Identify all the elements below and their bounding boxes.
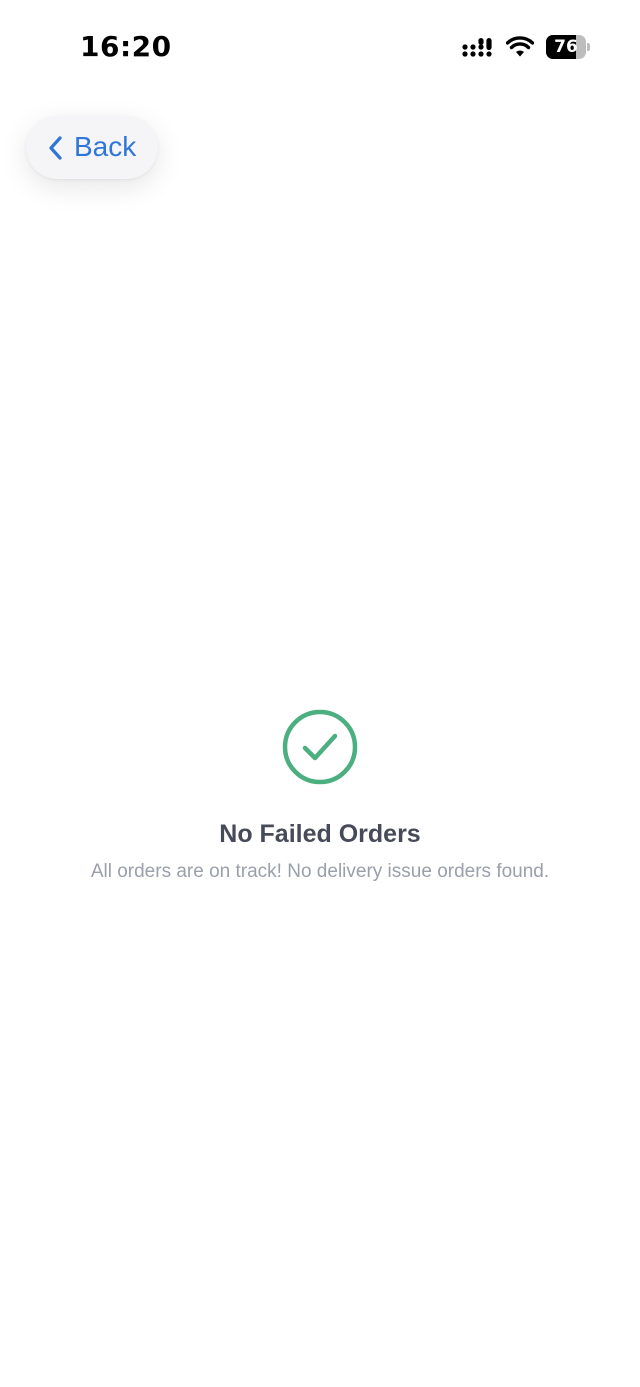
wifi-icon (506, 36, 534, 57)
cellular-signal-icon (462, 38, 492, 57)
back-label: Back (74, 131, 137, 162)
battery-level: 76 (554, 37, 578, 57)
back-button[interactable]: Back (26, 116, 158, 179)
empty-state-subtitle: All orders are on track! No delivery iss… (90, 861, 550, 882)
status-time: 16:20 (80, 30, 172, 63)
status-bar: 16:20 76 (0, 0, 640, 96)
empty-state: No Failed Orders All orders are on track… (0, 708, 640, 883)
chevron-left-icon (49, 136, 62, 160)
status-icons: 76 (462, 34, 590, 60)
battery-icon: 76 (546, 35, 590, 59)
check-circle-icon (282, 709, 358, 785)
empty-state-title: No Failed Orders (219, 820, 421, 848)
